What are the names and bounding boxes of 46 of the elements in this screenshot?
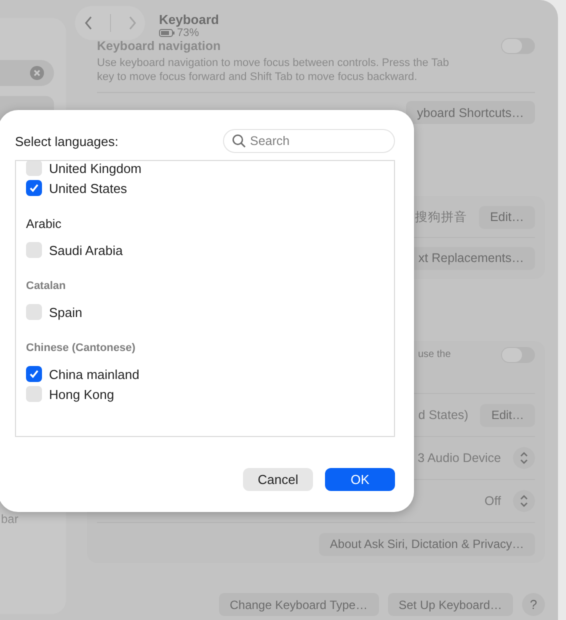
language-option: Hong Kong [49,386,114,402]
checkbox[interactable] [26,304,42,320]
clear-icon[interactable] [30,66,44,80]
search-field[interactable]: Search [223,129,395,153]
search-icon [232,134,246,148]
language-option: China mainland [49,366,140,382]
checkbox[interactable] [26,386,42,402]
setting-description: Use keyboard navigation to move focus between controls. Press the Tab key to move focus forward and Shift Tab to move focus backward. [97,56,450,84]
setting-value: d States) [418,408,468,422]
checkbox[interactable] [26,161,42,176]
shortcuts-button[interactable]: yboard Shortcuts… [406,101,535,124]
language-option: United States [49,180,128,196]
action-button[interactable]: Change Keyboard Type… [218,593,379,616]
ok-button[interactable]: OK [325,468,395,491]
search-field[interactable] [0,60,54,86]
edit-button[interactable]: Edit… [480,404,535,426]
group-heading: Chinese (Cantonese) [26,341,136,356]
popup-value: Off [484,494,501,508]
stepper-icon[interactable] [513,490,535,512]
sidebar-item-text: bar [1,512,20,526]
group-heading: Arabic [26,216,62,233]
checkbox[interactable] [26,366,42,382]
setting-value: 搜狗拼音 [414,208,467,226]
group-heading: Catalan [26,279,67,294]
language-option: Spain [49,304,82,320]
window-title: Keyboard [159,12,219,26]
cancel-button[interactable]: Cancel [243,468,313,491]
battery-level: 73% [177,26,200,38]
checkbox[interactable] [26,180,42,196]
setting-label: Keyboard navigation [97,39,221,53]
stepper-icon[interactable] [513,447,535,469]
action-button[interactable]: Set Up Keyboard… [388,593,513,616]
search-input[interactable]: Search [250,134,390,148]
edit-button[interactable]: Edit… [478,206,535,228]
checkmark-icon [29,369,39,379]
help-button[interactable]: ? [522,593,545,616]
language-option: Saudi Arabia [49,242,123,258]
checkmark-icon [29,183,39,193]
back-icon[interactable] [82,15,94,31]
action-button[interactable]: About Ask Siri, Dictation & Privacy… [318,532,535,556]
navigation-buttons[interactable] [75,6,145,40]
popup-value: 3 Audio Device [418,451,501,465]
dialog-title: Select languages: [15,134,118,148]
language-option: United Kingdom [49,161,142,176]
checkbox[interactable] [26,242,42,258]
battery-icon [159,28,175,36]
